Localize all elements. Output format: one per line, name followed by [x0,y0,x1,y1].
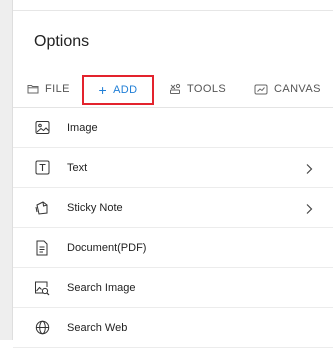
canvas-icon [254,84,268,95]
sticky-note-icon [34,200,50,216]
search-image-icon [34,280,50,296]
text-icon [34,160,50,176]
tab-add-label: ADD [113,84,138,96]
panel-title: Options [34,33,90,50]
document-icon [34,240,50,256]
list-item-search-image[interactable]: Search Image [13,268,333,308]
left-sidebar-strip [0,0,13,340]
list-item-image[interactable]: Image [13,108,333,148]
tools-icon [169,83,181,95]
list-item-label: Sticky Note [67,201,123,214]
list-item-text[interactable]: Text [13,148,333,188]
plus-icon: + [98,82,108,98]
image-icon [34,120,50,136]
globe-icon [34,320,50,336]
list-item-label: Text [67,161,88,174]
tab-tools[interactable]: TOOLS [169,71,226,107]
tab-file[interactable]: FILE [27,71,70,107]
chevron-right-icon [303,202,315,214]
list-item-label: Document(PDF) [67,241,147,254]
add-options-list: Image Text Sticky Note Document(PDF) Sea… [13,108,333,348]
chevron-right-icon [303,162,315,174]
tab-file-label: FILE [45,83,70,95]
list-item-label: Search Web [67,321,128,334]
tab-tools-label: TOOLS [187,83,227,95]
options-tab-bar: FILE + ADD TOOLS CANVAS [13,71,333,107]
list-item-document-pdf[interactable]: Document(PDF) [13,228,333,268]
list-item-search-web[interactable]: Search Web [13,308,333,348]
options-panel: Options FILE + ADD TOOLS CANVAS Image Te… [13,10,333,348]
folder-icon [27,84,39,94]
list-item-label: Search Image [67,281,136,294]
tab-add[interactable]: + ADD [82,75,154,105]
list-item-sticky-note[interactable]: Sticky Note [13,188,333,228]
list-item-label: Image [67,121,98,134]
tab-canvas[interactable]: CANVAS [254,71,321,107]
tab-canvas-label: CANVAS [274,83,321,95]
